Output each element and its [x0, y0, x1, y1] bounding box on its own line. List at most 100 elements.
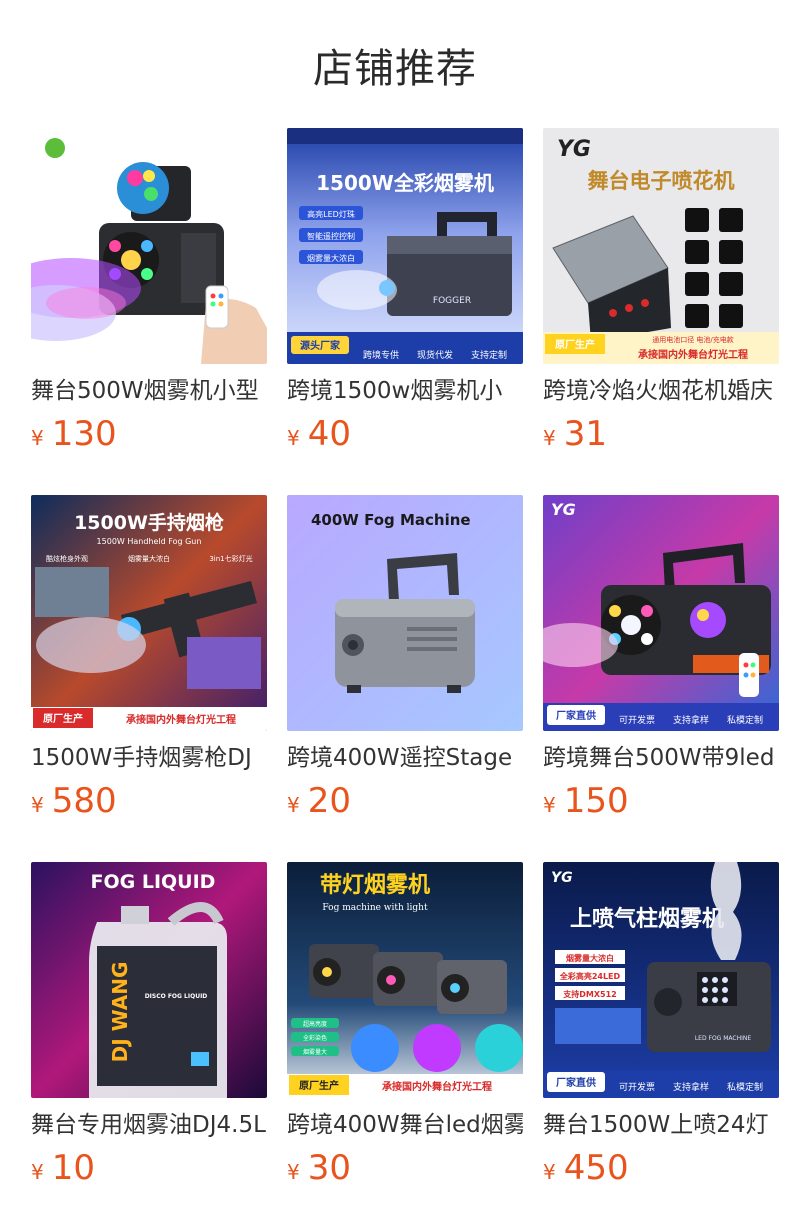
svg-text:DJ WANG: DJ WANG — [108, 962, 132, 1063]
product-price: ¥450 — [543, 1148, 779, 1188]
product-card[interactable]: 舞台500W烟雾机小型 ¥130 — [31, 128, 267, 495]
currency-symbol: ¥ — [287, 793, 300, 817]
product-image[interactable]: YG 厂家直供 可开发票 支持拿样 私模定制 — [543, 495, 779, 731]
product-name[interactable]: 舞台1500W上喷24灯 — [543, 1110, 779, 1140]
product-name[interactable]: 舞台专用烟雾油DJ4.5L — [31, 1110, 267, 1140]
price-value: 40 — [307, 414, 351, 454]
product-grid: 舞台500W烟雾机小型 ¥130 1500W全彩烟雾机 高亮LED灯珠 智能遥控… — [31, 128, 779, 1229]
product-card[interactable]: YG 舞台电子喷花机 原厂生产 通用电池口径 电池/充电款 承接国内外舞台灯光工… — [543, 128, 779, 495]
product-image[interactable]: 1500W全彩烟雾机 高亮LED灯珠 智能遥控控制 烟雾量大浓白 FOGGER — [287, 128, 523, 364]
currency-symbol: ¥ — [543, 793, 556, 817]
svg-text:私模定制: 私模定制 — [727, 1081, 763, 1093]
product-name[interactable]: 1500W手持烟雾枪DJ — [31, 743, 267, 773]
fog-machine-9led-image: YG 厂家直供 可开发票 支持拿样 私模定制 — [543, 495, 779, 731]
cold-spark-machine-image: YG 舞台电子喷花机 原厂生产 通用电池口径 电池/充电款 承接国内外舞台灯光工… — [543, 128, 779, 364]
svg-text:FOGGER: FOGGER — [433, 296, 471, 306]
currency-symbol: ¥ — [287, 426, 300, 450]
svg-text:全彩高亮24LED: 全彩高亮24LED — [559, 971, 621, 981]
product-card[interactable]: 1500W全彩烟雾机 高亮LED灯珠 智能遥控控制 烟雾量大浓白 FOGGER — [287, 128, 523, 495]
svg-text:承接国内外舞台灯光工程: 承接国内外舞台灯光工程 — [382, 1080, 492, 1093]
price-value: 580 — [51, 781, 117, 821]
svg-text:原厂生产: 原厂生产 — [299, 1079, 339, 1092]
svg-text:原厂生产: 原厂生产 — [43, 712, 83, 725]
svg-text:高亮LED灯珠: 高亮LED灯珠 — [307, 209, 355, 219]
svg-text:厂家直供: 厂家直供 — [556, 1076, 596, 1089]
svg-text:舞台电子喷花机: 舞台电子喷花机 — [588, 169, 735, 193]
product-card[interactable]: YG 厂家直供 可开发票 支持拿样 私模定制 跨境舞台500W带9led ¥ 1… — [543, 495, 779, 862]
product-card[interactable]: 1500W手持烟枪 1500W Handheld Fog Gun 酷炫枪身外观 … — [31, 495, 267, 862]
product-image[interactable]: FOG LIQUID DJ WANG DISCO FOG LIQUID — [31, 862, 267, 1098]
vertical-fog-machine-image: YG 上喷气柱烟雾机 烟雾量大浓白 全彩高亮24LED 支持DMX512 LED… — [543, 862, 779, 1098]
product-price: ¥40 — [287, 414, 523, 454]
svg-text:源头厂家: 源头厂家 — [300, 339, 341, 352]
svg-text:烟雾量大浓白: 烟雾量大浓白 — [128, 554, 170, 563]
price-value: 150 — [563, 781, 629, 821]
currency-symbol: ¥ — [287, 1160, 300, 1184]
svg-text:通用电池口径 电池/充电款: 通用电池口径 电池/充电款 — [652, 335, 734, 344]
page-title: 店铺推荐 — [313, 46, 477, 92]
svg-text:1500W手持烟枪: 1500W手持烟枪 — [74, 511, 224, 534]
svg-text:1500W全彩烟雾机: 1500W全彩烟雾机 — [316, 171, 494, 195]
svg-text:支持拿样: 支持拿样 — [673, 714, 709, 726]
svg-text:烟雾量大浓白: 烟雾量大浓白 — [307, 253, 355, 263]
product-image[interactable]: 1500W手持烟枪 1500W Handheld Fog Gun 酷炫枪身外观 … — [31, 495, 267, 731]
product-name[interactable]: 舞台500W烟雾机小型 — [31, 376, 267, 406]
product-price: ¥130 — [31, 414, 267, 454]
price-value: 31 — [563, 414, 607, 454]
product-price: ¥10 — [31, 1148, 267, 1188]
svg-text:带灯烟雾机: 带灯烟雾机 — [320, 873, 430, 898]
currency-symbol: ¥ — [543, 1160, 556, 1184]
product-card[interactable]: 400W Fog Machine 跨境400W遥控Stage ¥20 — [287, 495, 523, 862]
svg-text:承接国内外舞台灯光工程: 承接国内外舞台灯光工程 — [126, 713, 236, 726]
product-name[interactable]: 跨境400W舞台led烟雾机 — [287, 1110, 523, 1140]
svg-text:酷炫枪身外观: 酷炫枪身外观 — [46, 554, 88, 563]
product-name[interactable]: 跨境冷焰火烟花机婚庆 — [543, 376, 779, 406]
currency-symbol: ¥ — [31, 1160, 44, 1184]
product-price: ¥20 — [287, 781, 523, 821]
svg-text:Fog machine with light: Fog machine with light — [322, 903, 428, 913]
product-card[interactable]: 带灯烟雾机 Fog machine with light 超高亮度 全彩染色 烟… — [287, 862, 523, 1229]
product-image[interactable] — [31, 128, 267, 364]
svg-text:YG: YG — [557, 137, 591, 162]
fog-machine-400w-image: 400W Fog Machine — [287, 495, 523, 731]
svg-text:可开发票: 可开发票 — [619, 1081, 655, 1093]
svg-text:1500W Handheld Fog Gun: 1500W Handheld Fog Gun — [97, 537, 202, 546]
svg-text:全彩染色: 全彩染色 — [303, 1034, 327, 1042]
product-card[interactable]: FOG LIQUID DJ WANG DISCO FOG LIQUID 舞台专用… — [31, 862, 267, 1229]
price-value: 450 — [563, 1148, 629, 1188]
product-price: ¥30 — [287, 1148, 523, 1188]
product-name[interactable]: 跨境400W遥控Stage — [287, 743, 523, 773]
fog-machine-with-light-image: 带灯烟雾机 Fog machine with light 超高亮度 全彩染色 烟… — [287, 862, 523, 1098]
product-card[interactable]: YG 上喷气柱烟雾机 烟雾量大浓白 全彩高亮24LED 支持DMX512 LED… — [543, 862, 779, 1229]
svg-text:上喷气柱烟雾机: 上喷气柱烟雾机 — [570, 906, 724, 932]
currency-symbol: ¥ — [543, 426, 556, 450]
svg-text:超高亮度: 超高亮度 — [303, 1020, 327, 1028]
svg-text:400W Fog Machine: 400W Fog Machine — [311, 511, 471, 529]
product-name[interactable]: 跨境1500w烟雾机小 — [287, 376, 523, 406]
product-image[interactable]: 400W Fog Machine — [287, 495, 523, 731]
svg-text:现货代发: 现货代发 — [417, 349, 453, 361]
svg-text:LED FOG MACHINE: LED FOG MACHINE — [695, 1035, 752, 1042]
svg-text:YG: YG — [551, 870, 573, 886]
svg-text:FOG LIQUID: FOG LIQUID — [91, 871, 216, 893]
price-value: 10 — [51, 1148, 95, 1188]
svg-text:YG: YG — [551, 500, 576, 519]
svg-text:智能遥控控制: 智能遥控控制 — [307, 231, 355, 241]
svg-text:支持拿样: 支持拿样 — [673, 1081, 709, 1093]
fog-machine-disco-ball-image — [31, 128, 267, 364]
product-name[interactable]: 跨境舞台500W带9led — [543, 743, 779, 773]
svg-text:烟雾量大: 烟雾量大 — [303, 1048, 327, 1056]
price-value: 30 — [307, 1148, 351, 1188]
svg-text:烟雾量大浓白: 烟雾量大浓白 — [566, 953, 614, 963]
product-price: ¥580 — [31, 781, 267, 821]
fog-machine-1500w-image: 1500W全彩烟雾机 高亮LED灯珠 智能遥控控制 烟雾量大浓白 FOGGER — [287, 128, 523, 364]
svg-text:原厂生产: 原厂生产 — [555, 338, 595, 351]
svg-text:私模定制: 私模定制 — [727, 714, 763, 726]
svg-text:可开发票: 可开发票 — [619, 714, 655, 726]
product-image[interactable]: YG 舞台电子喷花机 原厂生产 通用电池口径 电池/充电款 承接国内外舞台灯光工… — [543, 128, 779, 364]
price-value: 130 — [51, 414, 117, 454]
product-image[interactable]: YG 上喷气柱烟雾机 烟雾量大浓白 全彩高亮24LED 支持DMX512 LED… — [543, 862, 779, 1098]
product-price: ¥150 — [543, 781, 779, 821]
currency-symbol: ¥ — [31, 426, 44, 450]
product-image[interactable]: 带灯烟雾机 Fog machine with light 超高亮度 全彩染色 烟… — [287, 862, 523, 1098]
